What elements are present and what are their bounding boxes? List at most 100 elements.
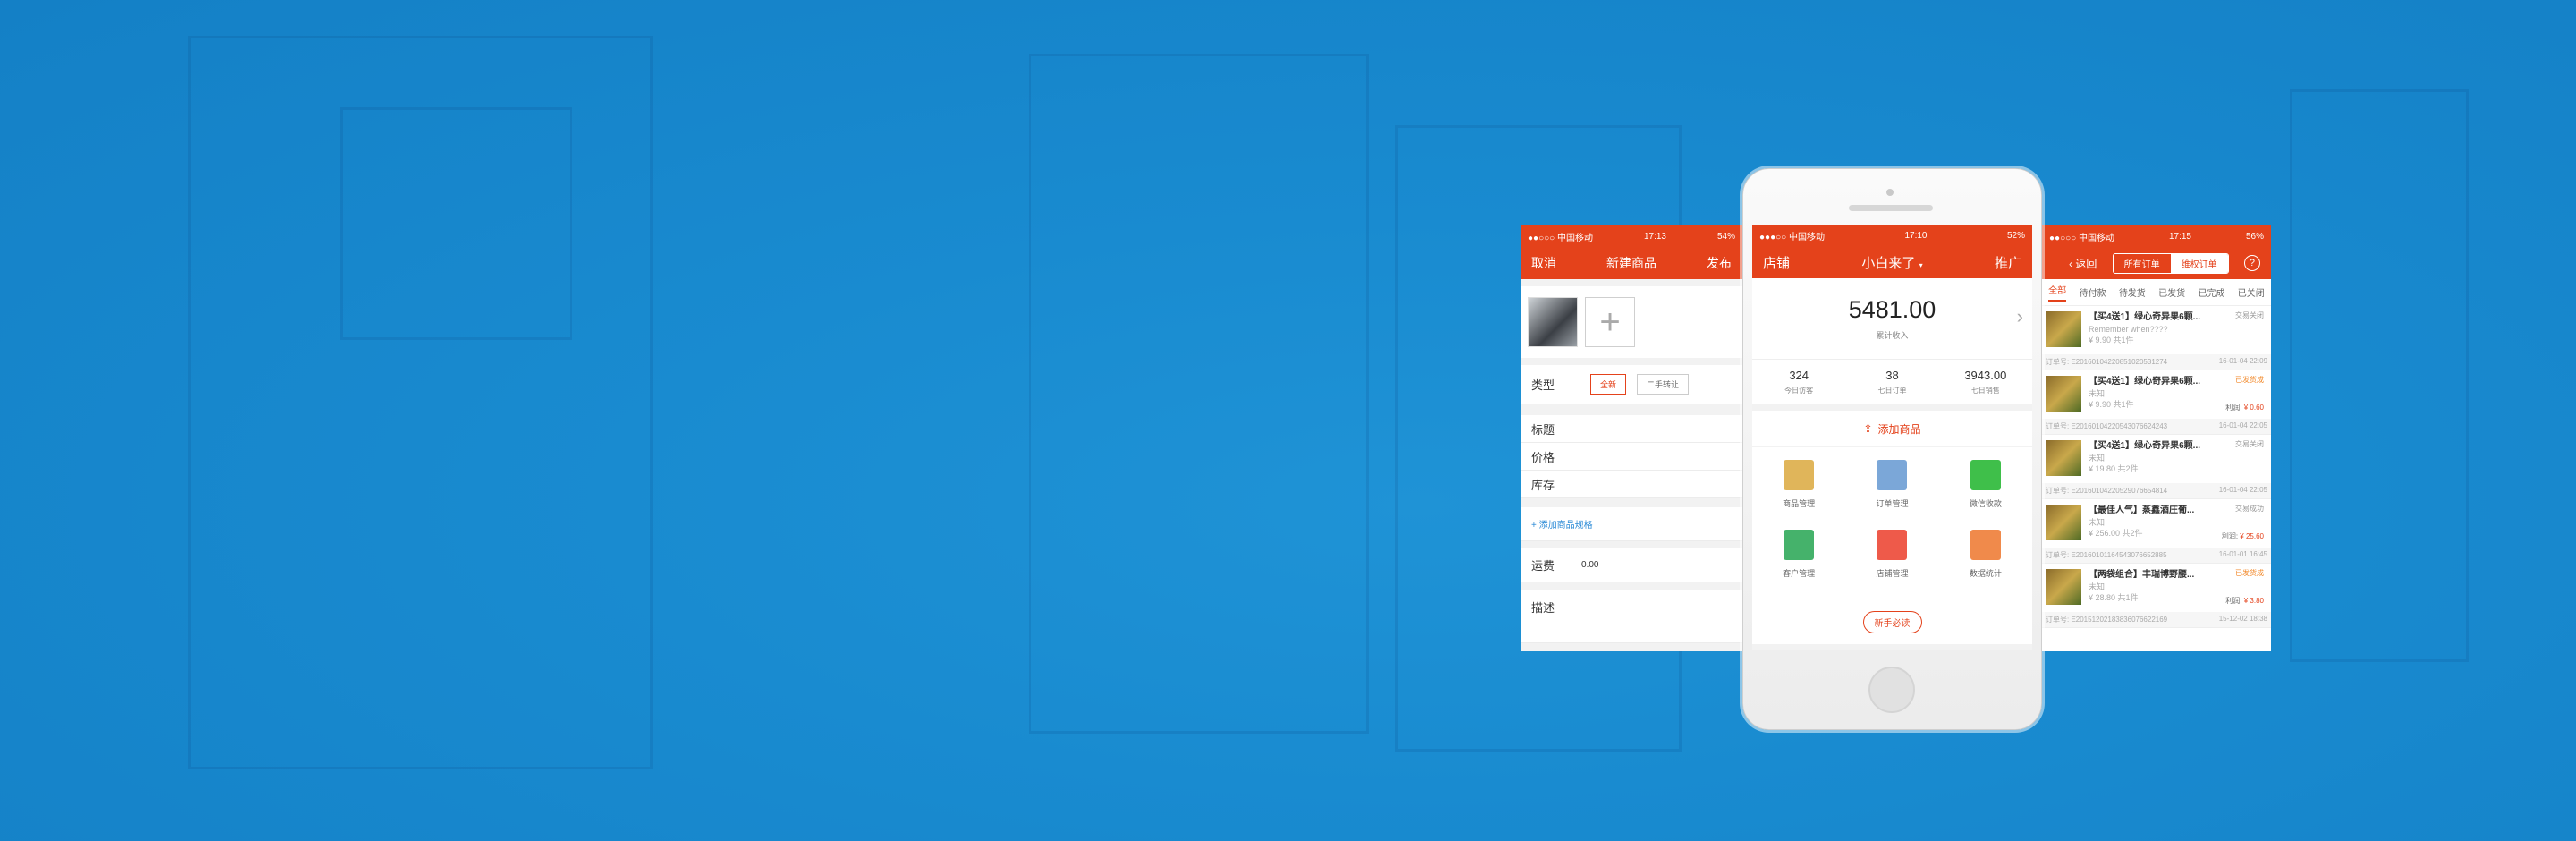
grid-item-label: 店铺管理 xyxy=(1876,569,1909,578)
grid-item[interactable]: 数据统计 xyxy=(1939,530,2032,599)
order-date: 15-12-02 18:38 xyxy=(2218,615,2267,623)
tab-completed[interactable]: 已完成 xyxy=(2198,285,2224,299)
profit-label: 利润: xyxy=(2225,597,2242,606)
clipboard-icon xyxy=(1877,460,1908,490)
order-number: 订单号: E20160104220543076624243 xyxy=(2046,422,2168,430)
add-product-button[interactable]: ⇪ 添加商品 xyxy=(1752,411,2032,446)
type-new-option[interactable]: 全新 xyxy=(1590,374,1627,395)
grid-item-label: 商品管理 xyxy=(1783,499,1816,508)
function-grid: 商品管理 订单管理 微信收款客户管理 店铺管理 数据统计 xyxy=(1752,447,2032,599)
income-panel[interactable]: 5481.00 累计收入 › xyxy=(1752,278,2032,359)
order-subtitle: 未知 xyxy=(2089,517,2106,527)
plus-icon: + xyxy=(1599,302,1621,342)
tab-unpaid[interactable]: 待付款 xyxy=(2079,285,2106,299)
chevron-right-icon: › xyxy=(2016,305,2023,327)
all-orders-tab[interactable]: 所有订单 xyxy=(2114,254,2171,273)
storefront-icon xyxy=(1877,530,1908,560)
order-footer: 订单号: E20160101164543076652885 16-01-01 16… xyxy=(2042,548,2271,563)
stat-value: 3943.00 xyxy=(1964,369,2007,382)
order-status: 交易关闭 xyxy=(2235,311,2264,319)
time-label: 17:13 xyxy=(1643,231,1666,242)
price-field[interactable]: 价格 xyxy=(1521,443,1742,471)
type-label: 类型 xyxy=(1531,378,1555,392)
promote-button[interactable]: 推广 xyxy=(1995,253,2021,272)
cancel-button[interactable]: 取消 xyxy=(1531,254,1556,272)
grid-item-label: 订单管理 xyxy=(1876,499,1909,508)
order-subtitle: Remember when???? xyxy=(2089,324,2168,334)
order-type-segment: 所有订单 维权订单 xyxy=(2112,252,2229,274)
add-product-label: 添加商品 xyxy=(1877,422,1921,436)
order-info: 【买4送1】绿心奇异果6颗... Remember when???? ¥ 9.90 … xyxy=(2089,311,2267,349)
stock-field[interactable]: 库存 xyxy=(1521,471,1742,498)
tab-to-ship[interactable]: 待发货 xyxy=(2119,285,2146,299)
title-field[interactable]: 标题 xyxy=(1521,415,1742,443)
add-image-button[interactable]: + xyxy=(1585,297,1635,347)
back-label: 返回 xyxy=(2075,257,2097,270)
help-icon[interactable]: ? xyxy=(2243,255,2260,271)
store-button[interactable]: 店铺 xyxy=(1763,253,1790,272)
order-number: 订单号: E20160101164543076652885 xyxy=(2046,551,2167,559)
order-item[interactable]: 【买4送1】绿心奇异果6颗... Remember when???? ¥ 9.90 … xyxy=(2042,306,2271,370)
order-item[interactable]: 【两袋组合】丰瑞博野腰... 未知 ¥ 28.80 共1件 已发货成 利润: ¥ 3.8… xyxy=(2042,564,2271,628)
wechat-icon xyxy=(1970,460,2001,490)
add-spec-label: + 添加商品规格 xyxy=(1531,521,1593,531)
order-row: 【两袋组合】丰瑞博野腰... 未知 ¥ 28.80 共1件 已发货成 利润: ¥ 3.8… xyxy=(2042,564,2271,612)
grid-item[interactable]: 订单管理 xyxy=(1845,460,1938,530)
order-item[interactable]: 【买4送1】绿心奇异果6颗... 未知 ¥ 9.90 共1件 已发货成 利润: ¥ 0.… xyxy=(2042,370,2271,435)
order-profit: 利润: ¥ 0.60 xyxy=(2225,404,2264,413)
profit-label: 利润: xyxy=(2221,532,2239,541)
right-header: ●●○○○ 中国移动 17:15 56% ‹ 返回 所有订单 维权订单 ? xyxy=(2042,225,2271,279)
order-info: 【买4送1】绿心奇异果6颗... 未知 ¥ 19.80 共2件 交易关闭 xyxy=(2089,440,2267,478)
description-field[interactable]: 描述 xyxy=(1521,590,1742,643)
add-spec-link[interactable]: + 添加商品规格 xyxy=(1521,507,1742,541)
order-item[interactable]: 【买4送1】绿心奇异果6颗... 未知 ¥ 19.80 共2件 交易关闭 订单号: E… xyxy=(2042,435,2271,499)
order-info: 【最佳人气】蒸鑫酒庄葡... 未知 ¥ 256.00 共2件 交易成功 利润: ¥ 25… xyxy=(2089,505,2267,542)
order-info: 【买4送1】绿心奇异果6颗... 未知 ¥ 9.90 共1件 已发货成 利润: ¥ 0.… xyxy=(2089,376,2267,413)
back-button[interactable]: ‹ 返回 xyxy=(2069,256,2097,271)
store-name-dropdown[interactable]: 小白来了 ▾ xyxy=(1861,253,1922,272)
order-subtitle: 未知 xyxy=(2089,582,2106,591)
order-status: 已发货成 xyxy=(2235,569,2264,577)
order-price: ¥ 9.90 共1件 xyxy=(2089,335,2134,344)
store-home-screen: ●●●○○ 中国移动 17:10 52% 店铺 小白来了 ▾ 推广 5481.0… xyxy=(1752,225,2032,650)
time-label: 17:15 xyxy=(2168,231,2191,242)
contact-card-icon xyxy=(1784,530,1815,560)
order-number: 订单号: E20151202183836076622169 xyxy=(2046,616,2168,624)
page-title: 新建商品 xyxy=(1606,256,1657,270)
stat-label: 七日订单 xyxy=(1877,387,1907,395)
income-value: 5481.00 xyxy=(1848,296,1936,323)
battery-label: 52% xyxy=(2006,230,2025,241)
grid-item[interactable]: 微信收款 xyxy=(1939,460,2032,530)
tab-closed[interactable]: 已关闭 xyxy=(2238,285,2265,299)
publish-button[interactable]: 发布 xyxy=(1707,254,1732,272)
stats-row: 324 今日访客 38 七日订单 3943.00 七日销售 xyxy=(1752,359,2032,404)
dispute-orders-tab[interactable]: 维权订单 xyxy=(2170,253,2228,273)
grid-item[interactable]: 客户管理 xyxy=(1752,530,1845,599)
order-price: ¥ 19.80 共2件 xyxy=(2089,463,2139,473)
shipping-value: 0.00 xyxy=(1581,560,1599,570)
carrier-label: ●●●○○ 中国移动 xyxy=(1759,232,1825,242)
profit-value: ¥ 0.60 xyxy=(2243,404,2264,412)
upload-icon: ⇪ xyxy=(1863,422,1873,435)
novice-guide-button[interactable]: 新手必读 xyxy=(1862,610,1922,633)
order-row: 【最佳人气】蒸鑫酒庄葡... 未知 ¥ 256.00 共2件 交易成功 利润: ¥ 25… xyxy=(2042,499,2271,548)
product-thumbnail[interactable] xyxy=(1528,297,1578,347)
grid-item[interactable]: 店铺管理 xyxy=(1845,530,1938,599)
profit-label: 利润: xyxy=(2225,404,2242,412)
tab-all[interactable]: 全部 xyxy=(2048,283,2067,302)
order-number: 订单号: E20160104220529076654814 xyxy=(2046,487,2168,495)
type-used-option[interactable]: 二手转让 xyxy=(1637,374,1690,395)
profit-value: ¥ 25.60 xyxy=(2240,532,2264,541)
tab-shipped[interactable]: 已发货 xyxy=(2158,285,2185,299)
new-product-screen: ●●○○○ 中国移动 17:13 54% 取消 新建商品 发布 + 类型 全新 … xyxy=(1521,225,1742,651)
grid-item-label: 客户管理 xyxy=(1783,569,1816,578)
income-label: 累计收入 xyxy=(1876,331,1909,340)
grid-item[interactable]: 商品管理 xyxy=(1752,460,1845,530)
camera-icon xyxy=(1886,189,1894,196)
order-row: 【买4送1】绿心奇异果6颗... Remember when???? ¥ 9.90 … xyxy=(2042,306,2271,354)
profit-value: ¥ 3.80 xyxy=(2243,597,2264,606)
order-number: 订单号: E20160104220851020531274 xyxy=(2046,358,2168,366)
home-button[interactable] xyxy=(1868,667,1915,713)
shipping-field[interactable]: 运费 0.00 xyxy=(1521,548,1742,582)
order-item[interactable]: 【最佳人气】蒸鑫酒庄葡... 未知 ¥ 256.00 共2件 交易成功 利润: ¥ 25… xyxy=(2042,499,2271,564)
